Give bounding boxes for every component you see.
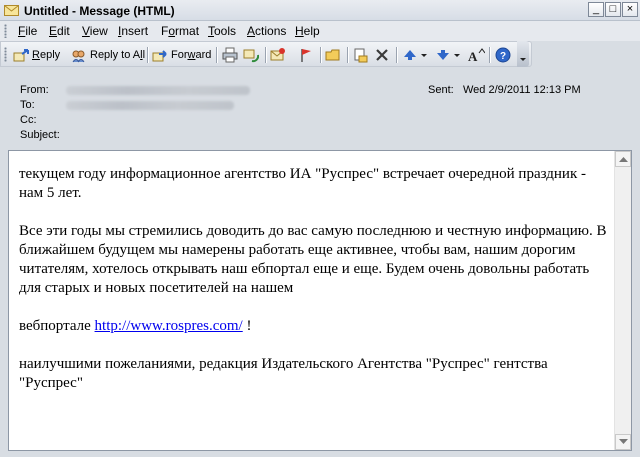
toolbar-options-chevron[interactable] bbox=[517, 41, 529, 67]
dropdown-arrow-icon bbox=[421, 54, 427, 57]
toolbar-separator bbox=[216, 47, 217, 63]
menu-bar: File Edit View Insert Format Tools Actio… bbox=[0, 21, 640, 41]
forward-button[interactable]: Forward bbox=[152, 46, 211, 64]
help-button[interactable]: ? bbox=[495, 46, 511, 64]
sent-label: Sent: bbox=[428, 84, 454, 96]
maximize-button[interactable]: □ bbox=[605, 2, 621, 17]
body-paragraph: вебпортале http://www.rospres.com/ ! bbox=[19, 318, 252, 334]
message-window: Untitled - Message (HTML) _ □ × File Edi… bbox=[0, 0, 640, 457]
open-folder-icon bbox=[325, 49, 340, 61]
from-value-redacted bbox=[66, 86, 250, 95]
scroll-up-button[interactable] bbox=[615, 151, 631, 167]
down-arrow-icon bbox=[437, 50, 449, 60]
cc-label: Cc: bbox=[20, 114, 37, 126]
close-icon: × bbox=[626, 3, 634, 15]
scroll-down-button[interactable] bbox=[615, 434, 631, 450]
dropdown-arrow-icon bbox=[454, 54, 460, 57]
menu-actions[interactable]: Actions bbox=[247, 24, 286, 38]
send-receive-icon bbox=[243, 49, 259, 63]
help-icon: ? bbox=[495, 47, 511, 63]
reply-all-button[interactable]: Reply to All bbox=[71, 46, 145, 64]
forward-icon bbox=[152, 50, 167, 62]
toolbar-grip-icon bbox=[4, 47, 7, 62]
send-receive-button[interactable] bbox=[243, 46, 259, 64]
standard-toolbar: Reply Reply to All Forward A ? bbox=[0, 41, 532, 67]
menu-edit[interactable]: Edit bbox=[49, 24, 70, 38]
toolbar-separator bbox=[320, 47, 321, 63]
body-paragraph: текущем году информационное агентство ИА… bbox=[19, 166, 586, 201]
menu-file[interactable]: File bbox=[18, 24, 37, 38]
menu-insert[interactable]: Insert bbox=[118, 24, 148, 38]
reply-button[interactable]: Reply bbox=[13, 46, 60, 64]
move-to-folder-icon bbox=[354, 48, 368, 63]
font-size-button[interactable]: A bbox=[467, 46, 485, 64]
previous-item-button[interactable] bbox=[402, 46, 418, 64]
delete-button[interactable] bbox=[374, 46, 390, 64]
toolbar-separator bbox=[265, 47, 266, 63]
previous-item-dropdown[interactable] bbox=[421, 46, 427, 64]
reply-icon bbox=[13, 49, 29, 62]
title-bar: Untitled - Message (HTML) _ □ × bbox=[0, 0, 640, 21]
move-to-folder-button[interactable] bbox=[353, 46, 369, 64]
vertical-scrollbar[interactable] bbox=[614, 151, 631, 450]
menu-help[interactable]: Help bbox=[295, 24, 320, 38]
scroll-down-arrow-icon bbox=[619, 439, 628, 444]
body-paragraph: Все эти годы мы стремились доводить до в… bbox=[19, 223, 607, 296]
from-label: From: bbox=[20, 84, 49, 96]
up-arrow-icon bbox=[404, 50, 416, 60]
menu-grip-icon bbox=[4, 24, 7, 38]
delete-x-icon bbox=[376, 49, 388, 61]
chevron-down-icon bbox=[520, 58, 526, 61]
follow-up-flag-button[interactable] bbox=[298, 46, 314, 64]
next-item-dropdown[interactable] bbox=[454, 46, 460, 64]
next-item-button[interactable] bbox=[435, 46, 451, 64]
minimize-button[interactable]: _ bbox=[588, 2, 604, 17]
forward-options-button[interactable] bbox=[270, 46, 286, 64]
reply-all-icon bbox=[72, 50, 85, 63]
menu-view[interactable]: View bbox=[82, 24, 108, 38]
toolbar-separator bbox=[347, 47, 348, 63]
window-title: Untitled - Message (HTML) bbox=[24, 4, 175, 18]
message-body[interactable]: текущем году информационное агентство ИА… bbox=[8, 150, 632, 451]
svg-text:?: ? bbox=[500, 51, 506, 62]
sent-value: Wed 2/9/2011 12:13 PM bbox=[463, 84, 581, 96]
toolbar-separator bbox=[147, 47, 148, 63]
categories-button[interactable] bbox=[325, 46, 341, 64]
subject-label: Subject: bbox=[20, 129, 60, 141]
font-size-icon: A bbox=[468, 48, 485, 63]
menu-format[interactable]: Format bbox=[161, 24, 199, 38]
body-paragraph: наилучшими пожеланиями, редакция Издател… bbox=[19, 356, 548, 391]
print-button[interactable] bbox=[222, 46, 238, 64]
toolbar-separator bbox=[396, 47, 397, 63]
message-text: текущем году информационное агентство ИА… bbox=[19, 165, 609, 412]
minimize-icon: _ bbox=[592, 3, 600, 15]
menu-tools[interactable]: Tools bbox=[208, 24, 236, 38]
to-value-redacted bbox=[66, 101, 234, 110]
maximize-icon: □ bbox=[609, 3, 617, 15]
envelope-flag-icon bbox=[270, 48, 285, 61]
envelope-icon bbox=[4, 5, 19, 16]
flag-icon bbox=[301, 49, 311, 62]
to-label: To: bbox=[20, 99, 35, 111]
printer-icon bbox=[222, 47, 238, 63]
toolbar-separator bbox=[489, 47, 490, 63]
close-button[interactable]: × bbox=[622, 2, 638, 17]
website-link[interactable]: http://www.rospres.com/ bbox=[95, 318, 243, 334]
svg-text:A: A bbox=[468, 49, 478, 63]
scroll-up-arrow-icon bbox=[619, 157, 628, 162]
